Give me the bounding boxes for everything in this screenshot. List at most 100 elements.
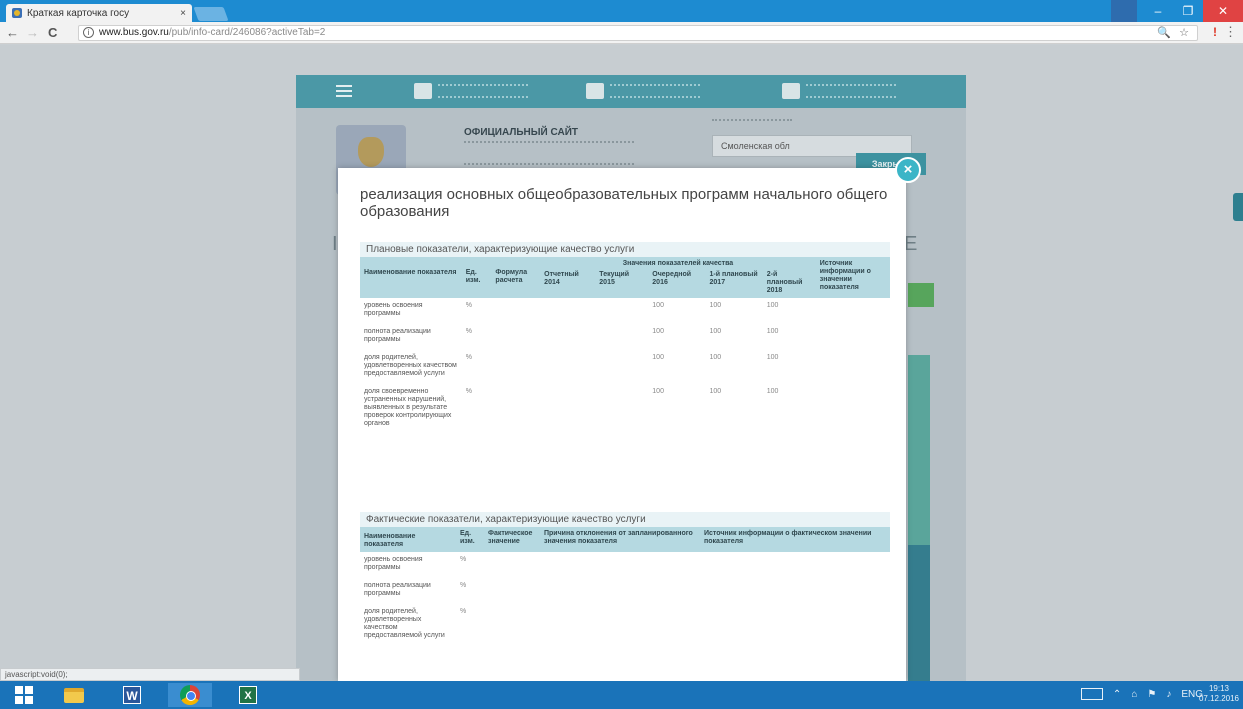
row-name: полнота реализации программы xyxy=(364,328,431,343)
col-unit: Ед. изм. xyxy=(456,527,484,552)
info-modal: реализация основных общеобразовательных … xyxy=(338,168,906,681)
row-source xyxy=(700,604,890,646)
windows-logo-icon xyxy=(15,686,33,704)
row-plan2: 100 xyxy=(766,388,779,395)
url-host: www.bus.gov.ru xyxy=(99,27,169,38)
flag-icon[interactable]: ⚑ xyxy=(1147,689,1156,700)
row-current xyxy=(595,384,648,434)
forward-button[interactable]: → xyxy=(26,25,39,40)
taskbar-chrome[interactable] xyxy=(168,683,212,707)
row-next: 100 xyxy=(652,302,664,309)
row-plan1: 100 xyxy=(709,354,722,361)
table-row: полнота реализации программы% 100 100 100 xyxy=(360,324,890,350)
new-tab-button[interactable] xyxy=(193,7,229,21)
col-next: Очередной 2016 xyxy=(648,271,706,298)
site-top-nav xyxy=(296,75,966,108)
profile-icon[interactable] xyxy=(1111,0,1137,22)
row-report xyxy=(540,384,595,434)
row-plan2: 100 xyxy=(766,302,779,309)
col-plan2: 2-й плановый 2018 xyxy=(762,271,816,298)
row-fact xyxy=(484,552,540,578)
row-unit: % xyxy=(465,302,472,309)
favicon-icon xyxy=(12,8,22,18)
row-unit: % xyxy=(460,582,467,589)
taskbar-word[interactable]: W xyxy=(110,683,154,707)
windows-taskbar: W X ⌃ ⌂ ⚑ ♪ ENG 19:13 07.12.2016 xyxy=(0,681,1243,709)
row-name: доля своевременно устраненных нарушений,… xyxy=(364,388,452,427)
planned-indicators-table: Наименование показателя Ед. изм. Формула… xyxy=(360,257,890,434)
word-icon: W xyxy=(123,686,141,704)
network-icon[interactable]: ⌂ xyxy=(1131,689,1137,700)
row-current xyxy=(595,350,648,384)
table-row: полнота реализации программы% xyxy=(360,578,890,604)
keyboard-icon[interactable] xyxy=(1080,688,1103,700)
row-next: 100 xyxy=(652,388,664,395)
row-source xyxy=(700,578,890,604)
minimize-button[interactable]: – xyxy=(1143,0,1173,22)
col-reason: Причина отклонения от запланированного з… xyxy=(540,527,700,552)
row-reason xyxy=(540,552,700,578)
actual-section-heading: Фактические показатели, характеризующие … xyxy=(360,512,890,527)
table-row: доля родителей, удовлетворенных качество… xyxy=(360,604,890,646)
site-info-icon[interactable]: i xyxy=(83,27,94,38)
window-close-button[interactable]: ✕ xyxy=(1203,0,1243,22)
row-formula xyxy=(491,350,540,384)
modal-close-icon[interactable]: × xyxy=(895,157,921,183)
modal-title: реализация основных общеобразовательных … xyxy=(360,186,888,220)
url-path: /pub/info-card/246086?activeTab=2 xyxy=(168,27,326,38)
address-toolbar: ← → C i www.bus.gov.ru/pub/info-card/246… xyxy=(0,22,1243,44)
row-plan1: 100 xyxy=(709,328,722,335)
back-button[interactable]: ← xyxy=(6,25,19,40)
volume-icon[interactable]: ♪ xyxy=(1166,689,1171,700)
planned-indicators-section: Плановые показатели, характеризующие кач… xyxy=(360,242,890,434)
page-heading-left: I xyxy=(332,233,338,255)
row-unit: % xyxy=(460,608,467,615)
extension-icon[interactable]: ! xyxy=(1211,25,1219,39)
row-next: 100 xyxy=(652,354,664,361)
taskbar-explorer[interactable] xyxy=(52,683,96,707)
browser-menu-icon[interactable]: ⋮ xyxy=(1224,24,1237,40)
col-group: Значения показателей качества xyxy=(540,257,816,271)
chrome-icon xyxy=(180,685,200,705)
row-report xyxy=(540,324,595,350)
nav-item-2[interactable] xyxy=(586,81,700,101)
browser-titlebar: Краткая карточка госу × – ❐ ✕ xyxy=(0,0,1243,22)
hamburger-menu-icon[interactable] xyxy=(336,85,352,97)
green-action-button[interactable] xyxy=(908,283,934,307)
row-source xyxy=(816,324,890,350)
row-name: уровень освоения программы xyxy=(364,556,423,571)
browser-status-bar: javascript:void(0); xyxy=(0,668,300,681)
feedback-side-tab[interactable] xyxy=(1233,193,1243,221)
row-name: доля родителей, удовлетворенных качество… xyxy=(364,608,445,639)
actual-indicators-section: Фактические показатели, характеризующие … xyxy=(360,512,890,646)
row-source xyxy=(816,384,890,434)
bookmark-star-icon[interactable]: ☆ xyxy=(1179,26,1189,40)
chevron-up-icon[interactable]: ⌃ xyxy=(1113,689,1121,700)
nav-item-3[interactable] xyxy=(782,81,896,101)
site-subtitle xyxy=(464,141,634,165)
browser-tab[interactable]: Краткая карточка госу × xyxy=(6,4,192,22)
row-formula xyxy=(491,324,540,350)
nav-item-1[interactable] xyxy=(414,81,528,101)
maximize-button[interactable]: ❐ xyxy=(1173,0,1203,22)
url-input[interactable]: i www.bus.gov.ru/pub/info-card/246086?ac… xyxy=(78,25,1198,41)
row-unit: % xyxy=(465,388,472,395)
vertical-tab-active[interactable] xyxy=(908,545,930,681)
row-fact xyxy=(484,578,540,604)
start-button[interactable] xyxy=(2,683,46,707)
col-name: Наименование показателя xyxy=(360,527,456,552)
checklist-icon xyxy=(586,83,604,99)
taskbar-excel[interactable]: X xyxy=(226,683,270,707)
row-source xyxy=(816,350,890,384)
folder-icon xyxy=(64,687,84,703)
row-plan2: 100 xyxy=(766,328,779,335)
reload-button[interactable]: C xyxy=(48,25,57,40)
tab-close-icon[interactable]: × xyxy=(180,8,186,19)
row-plan2: 100 xyxy=(766,354,779,361)
zoom-icon[interactable]: 🔍 xyxy=(1157,26,1171,40)
clock[interactable]: 19:13 07.12.2016 xyxy=(1199,684,1239,704)
row-formula xyxy=(491,384,540,434)
vertical-side-tabs[interactable] xyxy=(908,355,930,681)
region-label xyxy=(712,119,792,125)
row-fact xyxy=(484,604,540,646)
